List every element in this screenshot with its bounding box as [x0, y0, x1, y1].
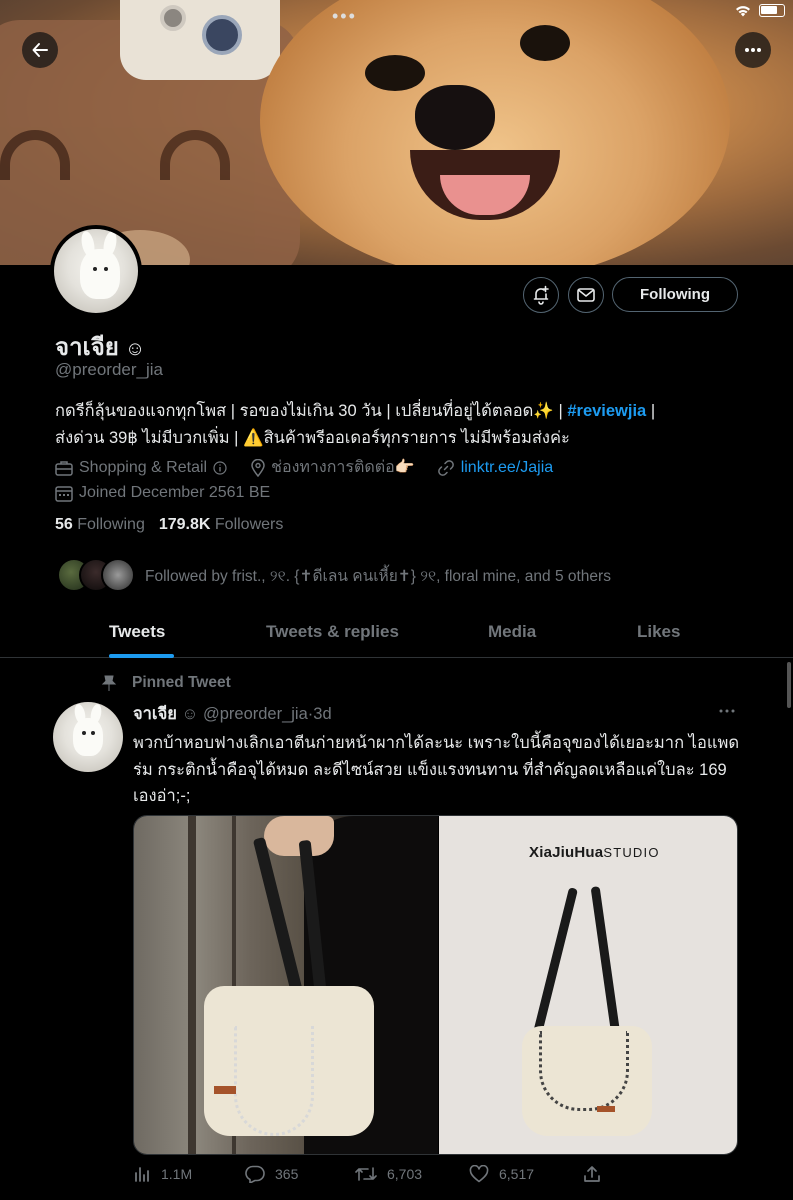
following-count-label: Following [77, 516, 145, 533]
link-icon [437, 459, 454, 476]
active-tab-indicator [109, 654, 174, 658]
pinned-text: Pinned Tweet [132, 674, 231, 691]
profile-bio: กดรีก็ลุ้นของแจกทุกโพส | รอของไม่เกิน 30… [55, 398, 745, 452]
briefcase-icon [55, 460, 73, 476]
tweet-avatar[interactable] [53, 702, 123, 772]
media-brand-bold: XiaJiuHua [529, 844, 604, 861]
bell-plus-icon [533, 285, 549, 305]
following-count-link[interactable]: 56 Following [55, 516, 145, 534]
tweet-photo-right[interactable]: XiaJiuHuaSTUDIO [439, 816, 737, 1154]
battery-icon [759, 4, 785, 17]
ellipsis-icon [719, 709, 735, 713]
tweet-author-handle[interactable]: @preorder_jia [203, 705, 308, 723]
tweet-photo-left[interactable] [134, 816, 438, 1154]
notifications-button[interactable] [523, 277, 559, 313]
envelope-icon [577, 288, 595, 302]
bio-hashtag-link[interactable]: #reviewjia [567, 402, 646, 420]
following-button[interactable]: Following [612, 277, 738, 312]
banner-dog-face [260, 0, 730, 265]
back-button[interactable] [22, 32, 58, 68]
media-brand-text: XiaJiuHuaSTUDIO [529, 844, 660, 861]
tab-media[interactable]: Media [488, 622, 536, 642]
profile-name-text: จาเจีย [55, 334, 119, 361]
profile-category: Shopping & Retail [79, 458, 208, 476]
profile-tabs: Tweets Tweets & replies Media Likes [0, 612, 793, 658]
profile-banner[interactable] [0, 0, 793, 265]
ellipsis-icon [745, 48, 761, 52]
heart-icon [469, 1165, 489, 1183]
status-dots: ••• [332, 6, 357, 26]
tab-likes[interactable]: Likes [637, 622, 680, 642]
tweet-header: จาเจีย ☺ @preorder_jia·3d [133, 701, 332, 727]
reply-icon [245, 1165, 265, 1183]
tweet-text: พวกบ้าหอบฟางเลิกเอาตีนก่ายหน้าผากได้ละนะ… [133, 734, 740, 805]
arrow-left-icon [32, 43, 48, 57]
info-icon[interactable] [213, 460, 227, 475]
tweet-author-emoji: ☺ [181, 705, 199, 723]
profile-meta-row: Shopping & Retail ช่องทางการติดต่อ👉🏻 lin… [55, 455, 553, 480]
views-button[interactable]: 1.1M [133, 1165, 192, 1183]
bio-line2-text: ส่งด่วน 39฿ ไม่มีบวกเพิ่ม | ⚠️สินค้าพรีอ… [55, 429, 570, 447]
bio-line1-end: | [646, 402, 656, 420]
profile-joined-row: Joined December 2561 BE [55, 484, 270, 502]
bio-line1-text: กดรีก็ลุ้นของแจกทุกโพส | รอของไม่เกิน 30… [55, 402, 568, 420]
profile-website-link[interactable]: linktr.ee/Jajia [461, 459, 554, 477]
status-icons [735, 4, 785, 17]
tweet-actions: 1.1M 365 6,703 6,517 [133, 1165, 613, 1189]
more-options-button[interactable] [735, 32, 771, 68]
like-button[interactable]: 6,517 [469, 1165, 534, 1183]
wifi-icon [736, 5, 750, 16]
share-button[interactable] [583, 1165, 601, 1183]
follow-counts: 56 Following 179.8K Followers [55, 516, 283, 534]
reply-count: 365 [275, 1166, 299, 1182]
tab-tweets-replies[interactable]: Tweets & replies [266, 622, 399, 642]
pinned-label: Pinned Tweet [100, 674, 231, 692]
profile-handle: @preorder_jia [55, 360, 163, 379]
tab-tweets[interactable]: Tweets [109, 622, 165, 642]
followers-count-label: Followers [214, 516, 284, 533]
tweet-time[interactable]: 3d [313, 705, 331, 723]
tweet-media[interactable]: XiaJiuHuaSTUDIO [133, 815, 738, 1155]
media-brand-rest: STUDIO [603, 845, 660, 860]
location-pin-icon [251, 458, 265, 477]
calendar-icon [55, 485, 73, 502]
profile-avatar[interactable] [50, 225, 142, 317]
message-button[interactable] [568, 277, 604, 313]
retweet-count: 6,703 [387, 1166, 423, 1182]
profile-joined-date: Joined December 2561 BE [79, 484, 271, 501]
retweet-button[interactable]: 6,703 [355, 1165, 422, 1183]
views-count: 1.1M [161, 1166, 193, 1182]
followers-count-link[interactable]: 179.8K Followers [159, 516, 284, 534]
like-count: 6,517 [499, 1166, 535, 1182]
banner-phone-image [120, 0, 280, 80]
scrollbar[interactable] [787, 662, 791, 708]
followers-count: 179.8K [158, 516, 211, 533]
reply-button[interactable]: 365 [245, 1165, 298, 1183]
pin-icon [101, 675, 117, 691]
followed-by-text: Followed by frist., ୨୧. {✝ดีเลน คนเหี้ย✝… [145, 567, 611, 585]
tweet-author-name[interactable]: จาเจีย [133, 705, 177, 723]
follower-avatar [101, 558, 135, 592]
following-count: 56 [55, 516, 73, 533]
followed-by-row[interactable]: Followed by frist., ୨୧. {✝ดีเลน คนเหี้ย✝… [57, 558, 611, 592]
share-icon [584, 1166, 600, 1182]
profile-location: ช่องทางการติดต่อ👉🏻 [271, 459, 415, 476]
analytics-icon [135, 1167, 149, 1182]
profile-name-emoji: ☺ [124, 338, 146, 360]
retweet-icon [355, 1167, 377, 1181]
tweet-more-button[interactable] [718, 698, 736, 719]
